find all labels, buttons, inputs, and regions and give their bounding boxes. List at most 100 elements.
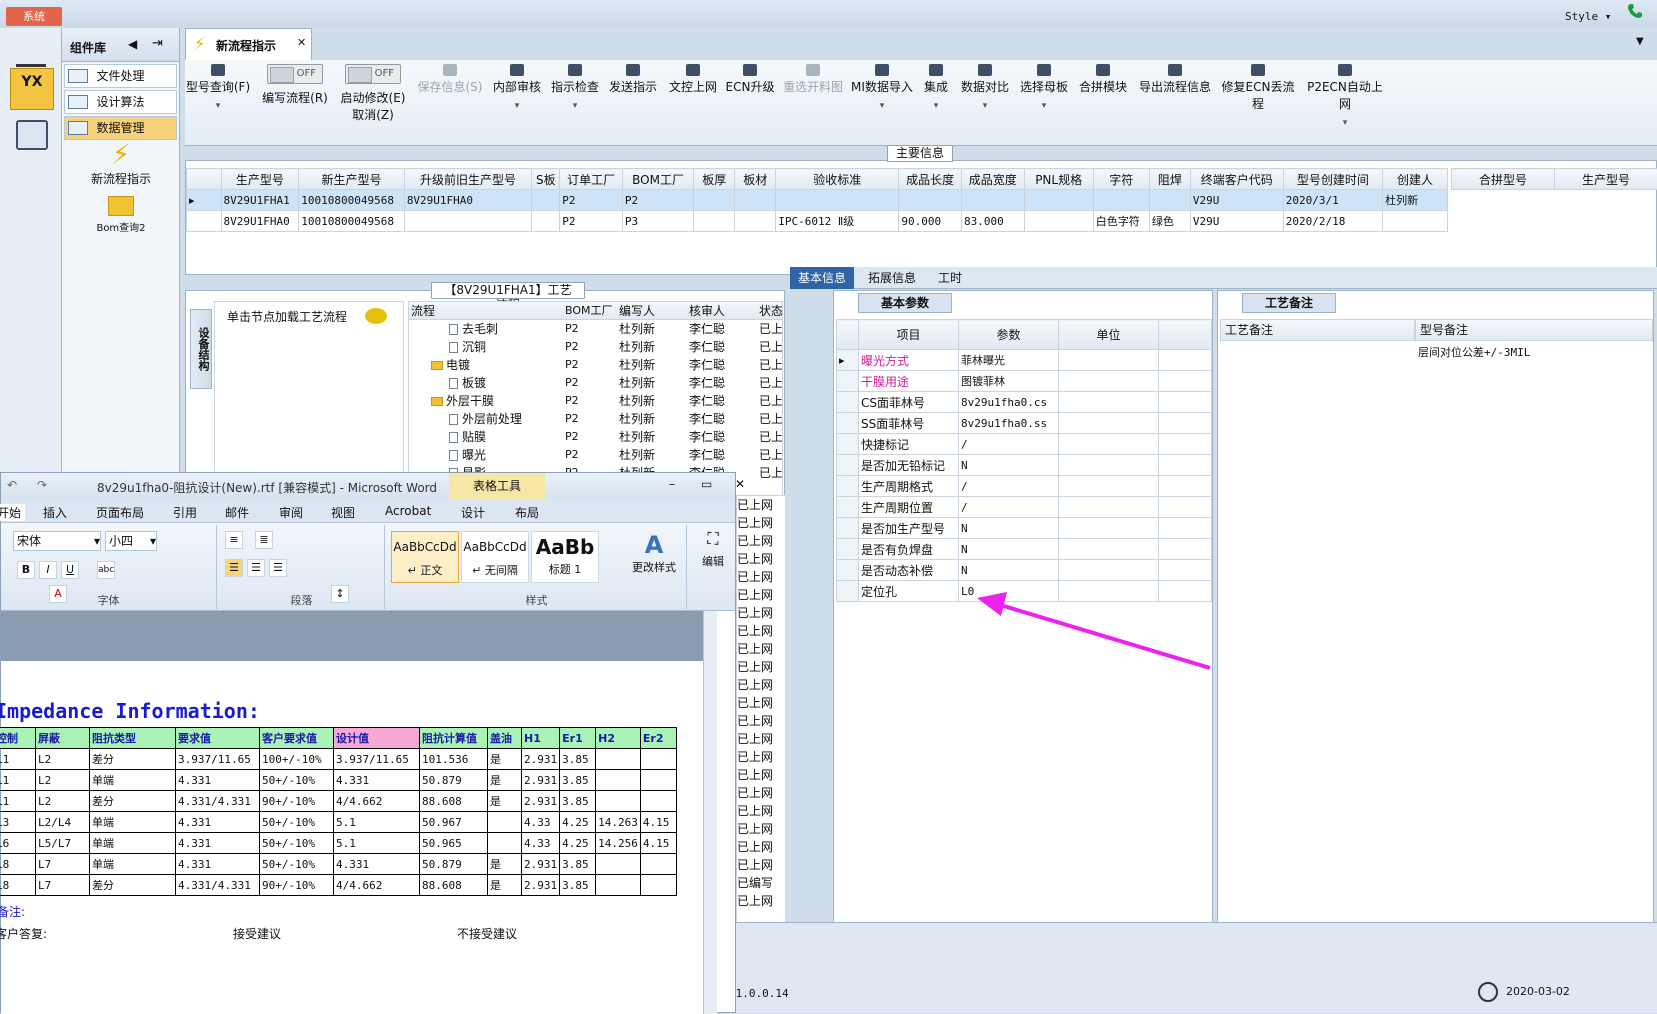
table-cell[interactable] [1023, 210, 1094, 232]
table-cell[interactable]: P2 [559, 189, 623, 211]
column-header[interactable]: 型号创建时间 [1282, 168, 1384, 190]
table-row[interactable]: L8L7单端4.33150+/-10%4.33150.879是2.9313.85 [0, 853, 677, 875]
column-header[interactable]: 终端客户代码 [1189, 168, 1284, 190]
save-info-button[interactable]: 保存信息(S) [415, 64, 485, 95]
tab-home[interactable]: 开始 [0, 504, 26, 521]
table-cell[interactable]: 90.000 [898, 210, 962, 232]
param-row[interactable]: SS面菲林号 8v29u1fha0.ss [836, 412, 1212, 434]
style-selector[interactable]: Style ▾ [1565, 10, 1611, 23]
table-cell[interactable]: 8V29U1FHA0 [403, 189, 533, 211]
table-cell[interactable]: IPC-6012 Ⅱ级 [775, 210, 900, 232]
nav-item-design-algorithm[interactable]: 设计算法 [64, 90, 177, 114]
table-row[interactable]: L1L2差分3.937/11.65100+/-10%3.937/11.65101… [0, 748, 677, 770]
table-cell[interactable] [898, 189, 962, 211]
param-row[interactable]: 生产周期位置 / [836, 496, 1212, 518]
table-cell[interactable] [531, 189, 561, 211]
table-cell[interactable]: V29U [1189, 210, 1284, 232]
param-row[interactable]: 是否动态补偿 N [836, 559, 1212, 581]
internal-review-button[interactable]: 内部审核 ▾ [490, 64, 544, 111]
calculator-icon[interactable] [16, 120, 48, 150]
column-header[interactable]: 创建人 [1382, 168, 1448, 190]
tab-layout[interactable]: 页面布局 [96, 504, 144, 521]
table-cell[interactable]: 白色字符 [1092, 210, 1150, 232]
start-modify-toggle[interactable]: OFF 启动修改(E) 取消(Z) [335, 64, 411, 123]
italic-button[interactable]: I [39, 561, 57, 579]
table-cell[interactable] [734, 210, 777, 232]
column-header[interactable]: PNL规格 [1023, 168, 1094, 190]
table-cell[interactable] [1382, 210, 1448, 232]
ecn-upgrade-button[interactable]: ECN升级 [725, 64, 775, 95]
maximize-icon[interactable]: ▭ [701, 477, 712, 491]
close-icon[interactable]: ✕ [735, 477, 745, 491]
row-selector[interactable]: ▸ [186, 189, 222, 211]
merge-module-button[interactable]: 合拼模块 [1075, 64, 1131, 95]
table-cell[interactable] [960, 189, 1025, 211]
system-menu-button[interactable]: 系统 [6, 7, 62, 26]
row-selector[interactable] [186, 210, 222, 232]
write-process-toggle[interactable]: OFF 编写流程(R) [257, 64, 333, 106]
param-row[interactable]: CS面菲林号 8v29u1fha0.cs [836, 391, 1212, 413]
tree-node[interactable]: 外层干膜P2杜列新李仁聪已上网 [409, 392, 782, 410]
p2ecn-auto-online-button[interactable]: P2ECN自动上网 ▾ [1303, 64, 1387, 128]
align-left-icon[interactable]: ☰ [225, 559, 243, 577]
column-header[interactable]: 字符 [1092, 168, 1150, 190]
data-compare-button[interactable]: 数据对比 ▾ [957, 64, 1013, 111]
undo-icon[interactable]: ↶ [7, 478, 17, 492]
model-note-text[interactable]: 层间对位公差+/-3MIL [1418, 344, 1530, 360]
table-cell[interactable]: 10010800049568 [298, 210, 405, 232]
table-cell[interactable] [693, 189, 736, 211]
column-header[interactable]: 新生产型号 [298, 168, 405, 190]
column-header[interactable]: BOM工厂 [621, 168, 695, 190]
table-cell[interactable]: 2020/2/18 [1282, 210, 1384, 232]
table-cell[interactable] [1148, 189, 1191, 211]
param-row[interactable]: 是否有负焊盘 N [836, 538, 1212, 560]
module-new-process[interactable]: ⚡ 新流程指示 [66, 140, 176, 187]
minimize-icon[interactable]: – [669, 477, 675, 491]
cancel-button[interactable]: 取消(Z) [335, 106, 411, 123]
tab-review[interactable]: 审阅 [279, 504, 303, 521]
table-cell[interactable]: 8V29U1FHA0 [220, 210, 300, 232]
tab-acrobat[interactable]: Acrobat [385, 504, 431, 518]
equipment-structure-tab[interactable]: 设备结构 [190, 309, 212, 389]
doc-control-online-button[interactable]: 文控上网 [665, 64, 721, 95]
module-bom-query[interactable]: Bom查询2 [66, 196, 176, 234]
table-cell[interactable]: P3 [621, 210, 695, 232]
tree-node[interactable]: 贴膜P2杜列新李仁聪已上网 [409, 428, 782, 446]
table-cell[interactable]: P2 [621, 189, 695, 211]
reselect-cutting-chart-button[interactable]: 重选开料图 [780, 64, 846, 95]
tab-basic-info[interactable]: 基本信息 [790, 267, 855, 289]
nav-item-data-management[interactable]: 数据管理 [64, 116, 177, 140]
column-header[interactable]: 验收标准 [775, 168, 900, 190]
column-header[interactable]: 阻焊 [1148, 168, 1191, 190]
column-header[interactable]: 板厚 [693, 168, 736, 190]
table-row[interactable]: ▸ 8V29U1FHA1 10010800049568 8V29U1FHA0 P2 P2 V… [186, 189, 1448, 211]
editing-button[interactable]: ⛶ 编辑 [693, 529, 733, 569]
tree-node[interactable]: 外层前处理P2杜列新李仁聪已上网 [409, 410, 782, 428]
align-center-icon[interactable]: ☰ [247, 559, 265, 577]
change-styles-button[interactable]: A 更改样式 [625, 531, 683, 575]
strikethrough-button[interactable]: abc [97, 561, 115, 579]
table-cell[interactable] [1023, 189, 1094, 211]
param-row[interactable]: 生产周期格式 / [836, 475, 1212, 497]
tab-design[interactable]: 设计 [461, 504, 485, 521]
table-cell[interactable] [693, 210, 736, 232]
tree-node[interactable]: 沉铜P2杜列新李仁聪已上网 [409, 338, 782, 356]
mi-data-import-button[interactable]: MI数据导入 ▾ [849, 64, 915, 111]
column-header[interactable]: 升级前旧生产型号 [403, 168, 533, 190]
param-row[interactable]: 是否加无铅标记 N [836, 454, 1212, 476]
redo-icon[interactable]: ↷ [37, 478, 47, 492]
tab-references[interactable]: 引用 [173, 504, 197, 521]
bullets-icon[interactable]: ≡ [225, 531, 243, 549]
table-cell[interactable]: P2 [559, 210, 623, 232]
tab-table-layout[interactable]: 布局 [515, 504, 539, 521]
tab-extended-info[interactable]: 拓展信息 [860, 267, 924, 289]
table-cell[interactable]: V29U [1189, 189, 1284, 211]
model-query-button[interactable]: 型号查询(F) ▾ [183, 64, 253, 111]
style-normal[interactable]: AaBbCcDd ↵ 正文 [391, 531, 459, 583]
column-header[interactable]: S板 [531, 168, 561, 190]
align-right-icon[interactable]: ☰ [269, 559, 287, 577]
tab-insert[interactable]: 插入 [43, 504, 67, 521]
yx-module-icon[interactable]: YX [10, 68, 54, 110]
table-row[interactable]: L1L2差分4.331/4.33190+/-10%4/4.66288.608是2… [0, 790, 677, 812]
close-icon[interactable]: ✕ [297, 36, 306, 49]
